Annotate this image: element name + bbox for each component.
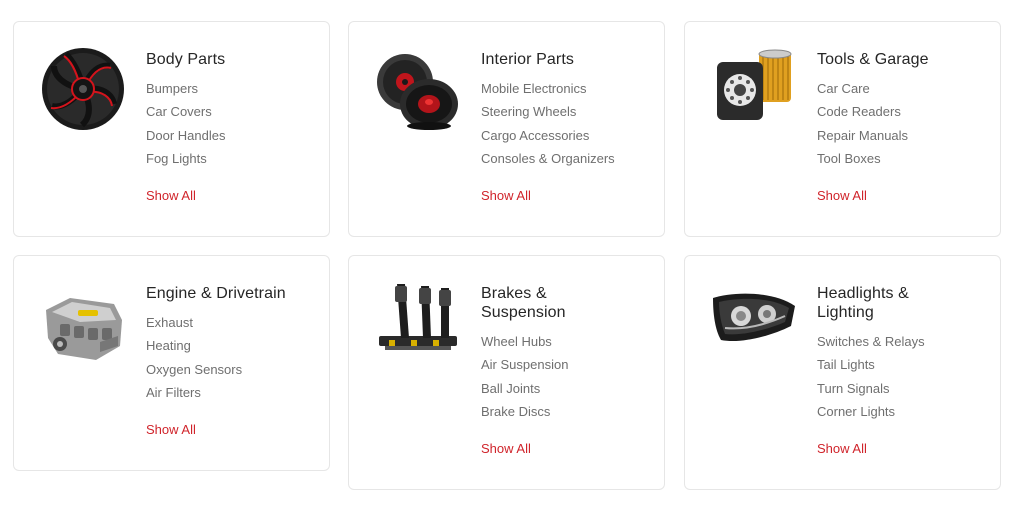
subcategory-link[interactable]: Wheel Hubs [481,334,651,350]
engine-icon[interactable] [40,280,126,366]
show-all-link[interactable]: Show All [146,422,196,438]
subcategory-list: Wheel Hubs Air Suspension Ball Joints Br… [481,334,651,420]
subcategory-list: Switches & Relays Tail Lights Turn Signa… [817,334,987,420]
subcategory-list: Mobile Electronics Steering Wheels Cargo… [481,81,651,167]
subcategory-link[interactable]: Oxygen Sensors [146,362,316,378]
category-title[interactable]: Body Parts [146,50,316,69]
show-all-link[interactable]: Show All [481,188,531,204]
category-title[interactable]: Engine & Drivetrain [146,284,316,303]
category-card-interior-parts: Interior Parts Mobile Electronics Steeri… [348,21,665,237]
subcategory-link[interactable]: Mobile Electronics [481,81,651,97]
headlight-icon[interactable] [711,280,797,366]
subcategory-link[interactable]: Heating [146,338,316,354]
category-title[interactable]: Brakes & Suspension [481,284,591,322]
subcategory-link[interactable]: Car Covers [146,104,316,120]
show-all-link[interactable]: Show All [817,441,867,457]
subcategory-link[interactable]: Fog Lights [146,151,316,167]
pedals-icon[interactable] [375,280,461,366]
speaker-icon[interactable] [375,46,461,132]
subcategory-link[interactable]: Tool Boxes [817,151,987,167]
subcategory-link[interactable]: Steering Wheels [481,104,651,120]
subcategory-link[interactable]: Ball Joints [481,381,651,397]
subcategory-link[interactable]: Switches & Relays [817,334,987,350]
subcategory-link[interactable]: Cargo Accessories [481,128,651,144]
subcategory-list: Bumpers Car Covers Door Handles Fog Ligh… [146,81,316,167]
category-card-brakes-suspension: Brakes & Suspension Wheel Hubs Air Suspe… [348,255,665,490]
show-all-link[interactable]: Show All [146,188,196,204]
category-card-tools-garage: Tools & Garage Car Care Code Readers Rep… [684,21,1001,237]
category-card-headlights-lighting: Headlights & Lighting Switches & Relays … [684,255,1001,490]
category-title[interactable]: Interior Parts [481,50,651,69]
subcategory-link[interactable]: Exhaust [146,315,316,331]
subcategory-list: Car Care Code Readers Repair Manuals Too… [817,81,987,167]
oil-filter-icon[interactable] [711,46,797,132]
subcategory-link[interactable]: Repair Manuals [817,128,987,144]
subcategory-link[interactable]: Air Suspension [481,357,651,373]
wheel-rim-icon[interactable] [40,46,126,132]
subcategory-link[interactable]: Tail Lights [817,357,987,373]
show-all-link[interactable]: Show All [817,188,867,204]
subcategory-link[interactable]: Corner Lights [817,404,987,420]
subcategory-list: Exhaust Heating Oxygen Sensors Air Filte… [146,315,316,401]
category-title[interactable]: Tools & Garage [817,50,987,69]
subcategory-link[interactable]: Car Care [817,81,987,97]
category-card-body-parts: Body Parts Bumpers Car Covers Door Handl… [13,21,330,237]
subcategory-link[interactable]: Code Readers [817,104,987,120]
category-title[interactable]: Headlights & Lighting [817,284,927,322]
subcategory-link[interactable]: Door Handles [146,128,316,144]
category-card-engine-drivetrain: Engine & Drivetrain Exhaust Heating Oxyg… [13,255,330,471]
subcategory-link[interactable]: Consoles & Organizers [481,151,651,167]
subcategory-link[interactable]: Turn Signals [817,381,987,397]
subcategory-link[interactable]: Brake Discs [481,404,651,420]
show-all-link[interactable]: Show All [481,441,531,457]
subcategory-link[interactable]: Air Filters [146,385,316,401]
subcategory-link[interactable]: Bumpers [146,81,316,97]
